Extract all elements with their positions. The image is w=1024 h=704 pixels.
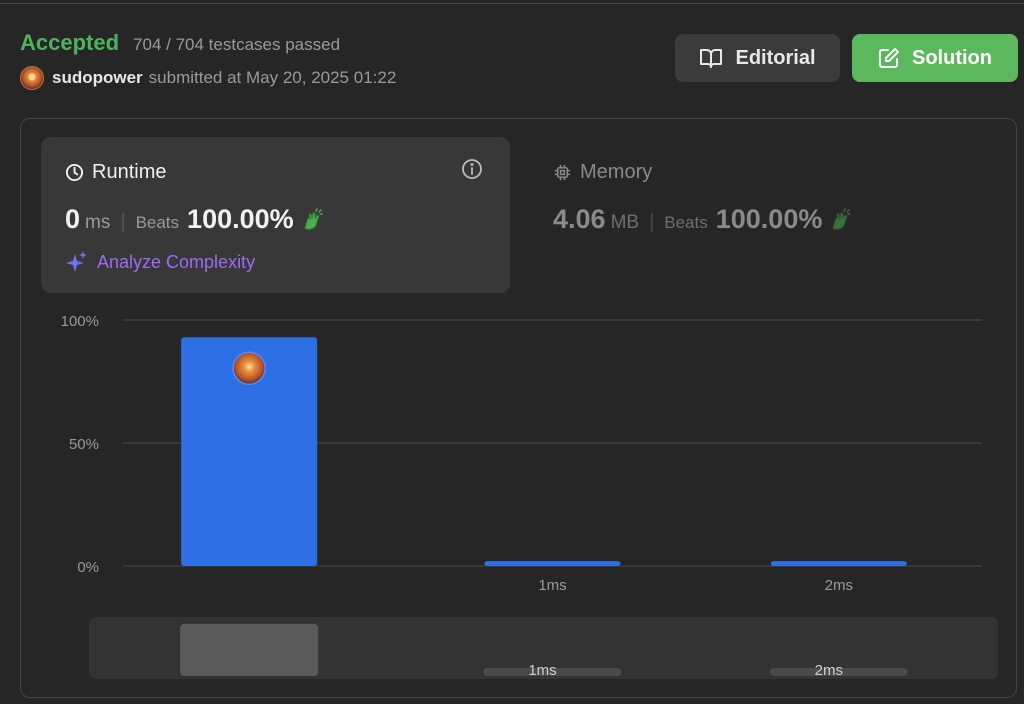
overview-bar	[180, 623, 319, 676]
overview-bars: 1ms 2ms	[180, 623, 908, 679]
overview-tick-label: 1ms	[528, 662, 556, 679]
overview-tick-label: 2ms	[815, 662, 843, 679]
